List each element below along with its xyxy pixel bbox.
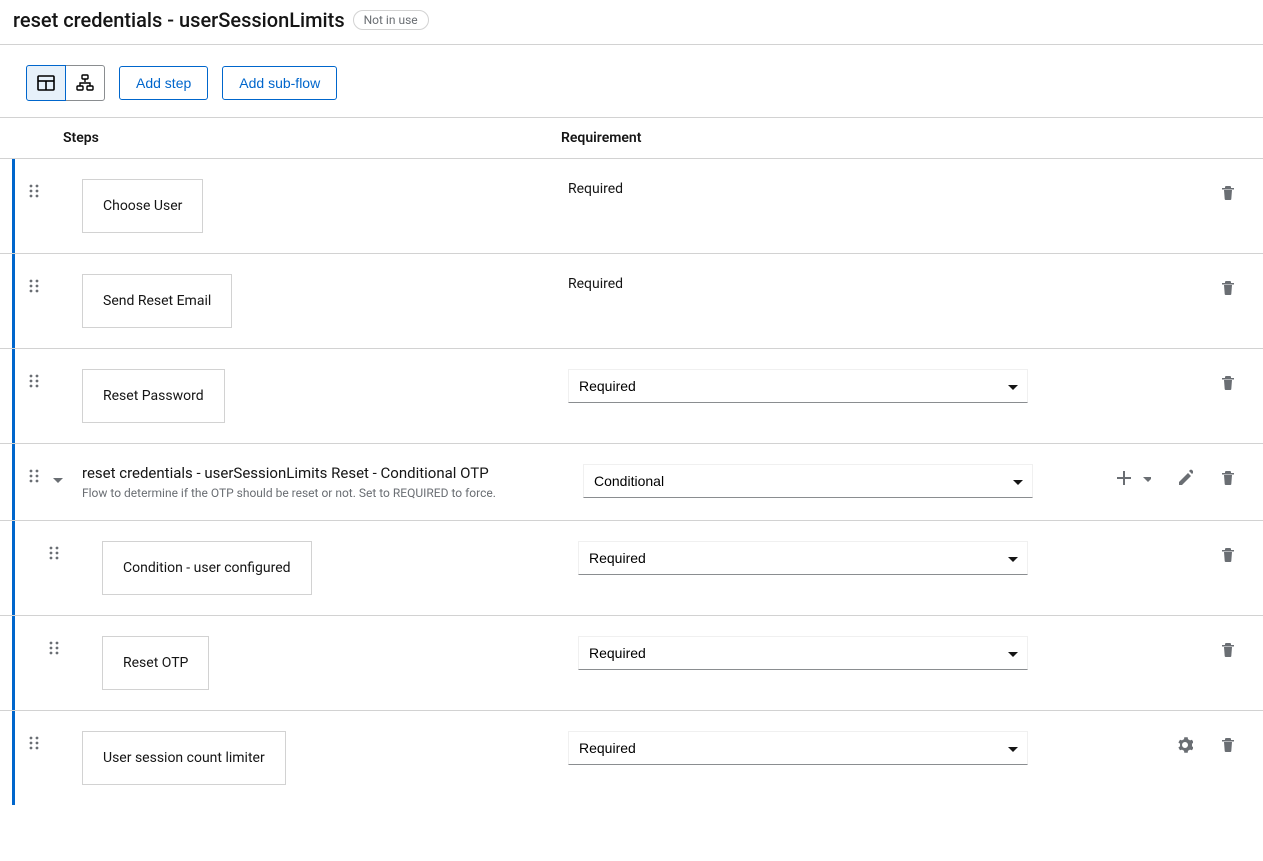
drag-handle-icon[interactable]: [24, 735, 44, 751]
step-box[interactable]: User session count limiter: [82, 731, 286, 785]
delete-button[interactable]: [1217, 371, 1239, 393]
trash-icon: [1219, 640, 1237, 658]
trash-icon: [1219, 278, 1237, 296]
settings-button[interactable]: [1174, 734, 1195, 755]
flow-indicator: [12, 521, 15, 615]
plus-icon: [1115, 469, 1131, 485]
chevron-down-icon: [49, 472, 63, 486]
flow-list: Choose User Required Send Reset Email Re…: [0, 158, 1263, 805]
flow-indicator: [12, 711, 15, 805]
status-badge: Not in use: [353, 10, 429, 30]
step-box[interactable]: Choose User: [82, 179, 203, 233]
requirement-value: Required: [568, 179, 623, 197]
column-requirement: Requirement: [561, 130, 1263, 146]
flow-indicator: [12, 159, 15, 253]
caret-down-icon: [1139, 471, 1151, 483]
step-box[interactable]: Reset OTP: [102, 636, 209, 690]
flow-indicator: [12, 616, 15, 710]
requirement-select[interactable]: Required: [578, 636, 1028, 670]
page-header: reset credentials - userSessionLimits No…: [0, 0, 1263, 45]
flow-indicator: [12, 444, 15, 520]
trash-icon: [1219, 545, 1237, 563]
flow-row: Reset Password Required: [0, 348, 1263, 443]
requirement-select[interactable]: Required: [578, 541, 1028, 575]
drag-handle-icon[interactable]: [24, 373, 44, 389]
trash-icon: [1219, 468, 1237, 486]
flow-row: Send Reset Email Required: [0, 253, 1263, 348]
flow-row: User session count limiter Required: [0, 710, 1263, 805]
view-diagram-button[interactable]: [65, 65, 105, 101]
flow-row: Choose User Required: [0, 158, 1263, 253]
delete-button[interactable]: [1217, 638, 1239, 660]
subflow-row: reset credentials - userSessionLimits Re…: [0, 443, 1263, 520]
subflow-title: reset credentials - userSessionLimits Re…: [82, 464, 583, 482]
page-title: reset credentials - userSessionLimits: [13, 8, 345, 32]
requirement-value: Required: [568, 274, 623, 292]
requirement-select[interactable]: Conditional: [583, 464, 1033, 498]
table-header: Steps Requirement: [0, 118, 1263, 158]
drag-handle-icon[interactable]: [24, 278, 44, 294]
requirement-select[interactable]: Required: [568, 369, 1028, 403]
flow-indicator: [12, 254, 15, 348]
gear-icon: [1176, 736, 1193, 753]
subflow-description: Flow to determine if the OTP should be r…: [82, 486, 583, 500]
step-box[interactable]: Reset Password: [82, 369, 225, 423]
flow-row: Condition - user configured Required: [0, 520, 1263, 615]
drag-handle-icon[interactable]: [44, 545, 64, 561]
trash-icon: [1219, 183, 1237, 201]
subflow-add-button[interactable]: [1113, 467, 1133, 487]
collapse-button[interactable]: [47, 470, 65, 488]
column-steps: Steps: [63, 130, 561, 146]
view-table-button[interactable]: [26, 65, 66, 101]
flow-row: Reset OTP Required: [0, 615, 1263, 710]
toolbar: Add step Add sub-flow: [0, 45, 1263, 118]
edit-button[interactable]: [1175, 467, 1195, 487]
diagram-icon: [76, 74, 94, 92]
add-step-button[interactable]: Add step: [119, 66, 208, 100]
delete-button[interactable]: [1217, 733, 1239, 755]
requirement-select[interactable]: Required: [568, 731, 1028, 765]
delete-button[interactable]: [1217, 543, 1239, 565]
delete-button[interactable]: [1217, 466, 1239, 488]
drag-handle-icon[interactable]: [44, 640, 64, 656]
view-toggle: [26, 65, 105, 101]
trash-icon: [1219, 373, 1237, 391]
delete-button[interactable]: [1217, 276, 1239, 298]
trash-icon: [1219, 735, 1237, 753]
add-subflow-button[interactable]: Add sub-flow: [222, 66, 337, 100]
flow-indicator: [12, 349, 15, 443]
step-box[interactable]: Send Reset Email: [82, 274, 232, 328]
drag-handle-icon[interactable]: [24, 183, 44, 199]
table-icon: [37, 74, 55, 92]
delete-button[interactable]: [1217, 181, 1239, 203]
subflow-add-menu[interactable]: [1137, 469, 1153, 485]
drag-handle-icon[interactable]: [24, 468, 44, 484]
pencil-icon: [1177, 469, 1193, 485]
step-box[interactable]: Condition - user configured: [102, 541, 312, 595]
